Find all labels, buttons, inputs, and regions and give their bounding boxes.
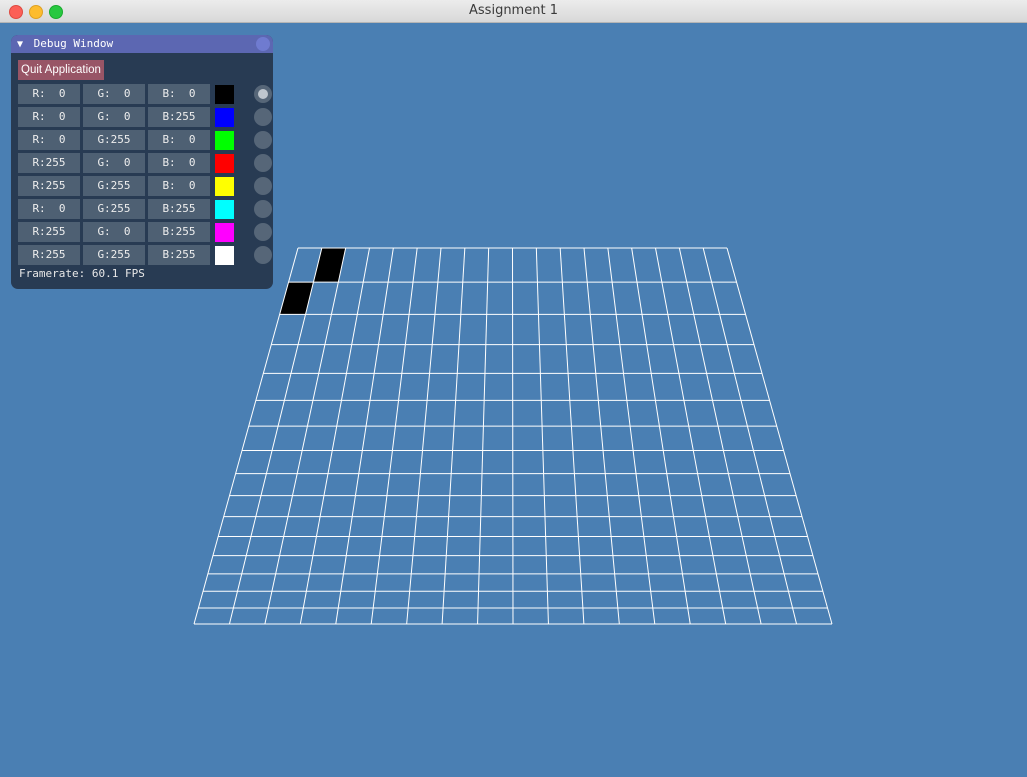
color-select-radio[interactable] xyxy=(254,85,272,103)
red-input[interactable]: R: 0 xyxy=(18,199,80,219)
red-input[interactable]: R: 0 xyxy=(18,107,80,127)
color-swatch[interactable] xyxy=(215,223,234,242)
grid-col-line xyxy=(583,247,620,625)
grid-col-line xyxy=(299,247,370,625)
blue-input[interactable]: B:255 xyxy=(148,199,210,219)
color-select-radio[interactable] xyxy=(254,108,272,126)
debug-window[interactable]: ▼ Debug Window Quit Application R: 0 G: 0… xyxy=(11,35,273,289)
green-input[interactable]: G: 0 xyxy=(83,84,145,104)
green-input[interactable]: G: 0 xyxy=(83,107,145,127)
green-input[interactable]: G:255 xyxy=(83,245,145,265)
grid-col-line xyxy=(535,247,549,625)
color-select-radio[interactable] xyxy=(254,131,272,149)
red-input[interactable]: R: 0 xyxy=(18,130,80,150)
quit-application-button[interactable]: Quit Application xyxy=(18,60,104,80)
green-input[interactable]: G: 0 xyxy=(83,222,145,242)
color-select-radio[interactable] xyxy=(254,200,272,218)
debug-window-title: Debug Window xyxy=(33,37,114,50)
color-swatch[interactable] xyxy=(215,246,234,265)
filled-cell[interactable] xyxy=(313,248,346,283)
color-swatch[interactable] xyxy=(215,154,234,173)
color-swatch[interactable] xyxy=(215,131,234,150)
color-select-radio[interactable] xyxy=(254,154,272,172)
framerate-label: Framerate: 60.1 FPS xyxy=(19,267,145,280)
collapse-arrow-icon[interactable]: ▼ xyxy=(17,36,27,54)
grid-col-line xyxy=(559,247,585,625)
title-bar: Assignment 1 xyxy=(0,0,1027,23)
close-debug-icon[interactable] xyxy=(256,37,270,51)
color-select-radio[interactable] xyxy=(254,223,272,241)
grid-col-line xyxy=(726,247,833,625)
grid-col-line xyxy=(335,247,394,625)
green-input[interactable]: G:255 xyxy=(83,130,145,150)
grid-col-line xyxy=(441,247,466,625)
red-input[interactable]: R: 0 xyxy=(18,84,80,104)
grid-col-line xyxy=(702,247,798,625)
grid-col-line xyxy=(228,247,323,625)
blue-input[interactable]: B:255 xyxy=(148,107,210,127)
grid-col-line xyxy=(607,247,656,625)
red-input[interactable]: R:255 xyxy=(18,176,80,196)
grid-col-line xyxy=(678,247,762,625)
blue-input[interactable]: B:255 xyxy=(148,245,210,265)
color-swatch[interactable] xyxy=(215,85,234,104)
red-input[interactable]: R:255 xyxy=(18,245,80,265)
grid-col-line xyxy=(512,247,514,625)
color-swatch[interactable] xyxy=(215,200,234,219)
grid-col-line xyxy=(370,247,418,625)
green-input[interactable]: G:255 xyxy=(83,199,145,219)
blue-input[interactable]: B: 0 xyxy=(148,130,210,150)
color-swatch[interactable] xyxy=(215,177,234,196)
grid-col-line xyxy=(631,247,691,625)
filled-cell[interactable] xyxy=(279,282,314,315)
color-swatch[interactable] xyxy=(215,108,234,127)
red-input[interactable]: R:255 xyxy=(18,153,80,173)
grid-col-line xyxy=(193,247,299,625)
grid-col-line xyxy=(477,247,490,625)
color-select-radio[interactable] xyxy=(254,246,272,264)
window-title: Assignment 1 xyxy=(469,3,558,18)
grid-col-line xyxy=(655,247,727,625)
green-input[interactable]: G: 0 xyxy=(83,153,145,173)
blue-input[interactable]: B: 0 xyxy=(148,84,210,104)
color-select-radio[interactable] xyxy=(254,177,272,195)
red-input[interactable]: R:255 xyxy=(18,222,80,242)
blue-input[interactable]: B: 0 xyxy=(148,153,210,173)
blue-input[interactable]: B: 0 xyxy=(148,176,210,196)
grid-col-line xyxy=(406,247,442,625)
green-input[interactable]: G:255 xyxy=(83,176,145,196)
blue-input[interactable]: B:255 xyxy=(148,222,210,242)
debug-window-header[interactable]: ▼ Debug Window xyxy=(11,35,273,53)
